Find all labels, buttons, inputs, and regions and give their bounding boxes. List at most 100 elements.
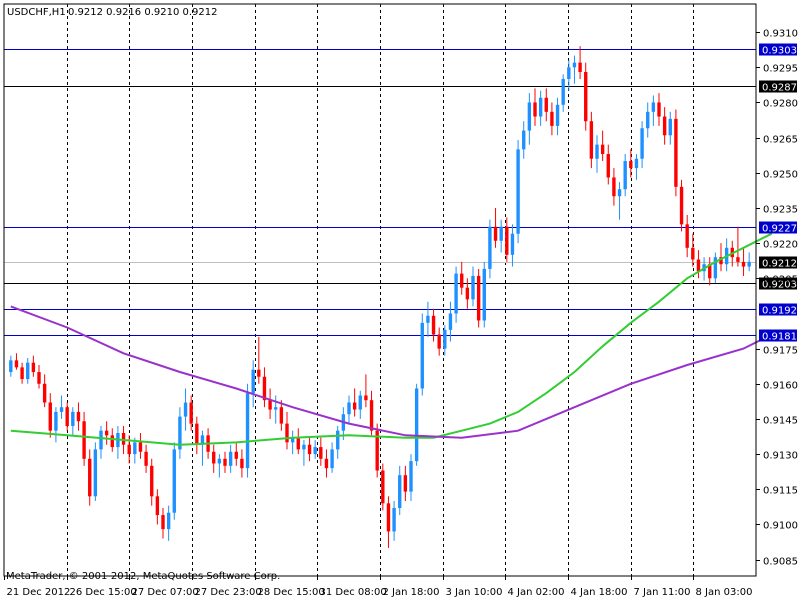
candle-bull[interactable] [522,130,526,150]
candle-bear[interactable] [629,161,633,169]
candle-bull[interactable] [71,411,75,426]
candle-bull[interactable] [561,79,565,105]
candle-bull[interactable] [166,512,171,530]
candle-bull[interactable] [668,118,672,136]
candle-bull[interactable] [420,322,424,389]
candle-bull[interactable] [527,102,532,131]
candle-bull[interactable] [443,329,447,349]
candle-bear[interactable] [600,144,605,155]
candle-bear[interactable] [465,287,470,300]
candle-bull[interactable] [634,158,639,169]
candle-bull[interactable] [330,449,334,469]
candle-bear[interactable] [257,369,261,377]
candle-bear[interactable] [82,421,86,459]
candle-bear[interactable] [31,362,36,373]
candle-bull[interactable] [245,393,250,469]
candle-bear[interactable] [606,154,610,178]
candle-bull[interactable] [516,149,520,234]
candle-bear[interactable] [612,177,616,197]
candle-bull[interactable] [595,144,599,159]
candle-bear[interactable] [324,458,329,469]
candle-bear[interactable] [296,437,300,450]
candle-bull[interactable] [133,442,137,455]
candle-bear[interactable] [657,102,661,117]
candle-bear[interactable] [505,226,509,255]
candle-bull[interactable] [9,360,13,373]
candle-bear[interactable] [437,334,441,349]
candle-bear[interactable] [14,360,19,368]
candle-bear[interactable] [189,402,193,424]
candle-bear[interactable] [544,97,548,112]
candle-bull[interactable] [488,226,492,269]
candle-bear[interactable] [155,496,160,516]
candle-bull[interactable] [640,128,644,159]
candle-bull[interactable] [409,461,413,492]
candle-bull[interactable] [336,430,340,450]
candle-bear[interactable] [48,402,52,431]
candle-bear[interactable] [223,458,227,466]
candle-bull[interactable] [471,275,475,300]
candle-bear[interactable] [285,423,289,443]
candle-bull[interactable] [358,395,362,410]
candle-bear[interactable] [741,261,746,267]
candle-bear[interactable] [127,444,131,455]
candle-bear[interactable] [431,315,436,335]
candle-bull[interactable] [398,475,402,509]
candle-bear[interactable] [20,367,24,380]
candle-bull[interactable] [651,102,656,112]
candle-bear[interactable] [386,503,391,532]
candle-bull[interactable] [217,458,222,464]
candle-bear[interactable] [88,458,92,497]
candle-bear[interactable] [37,372,41,384]
candle-bull[interactable] [482,268,486,321]
candle-bear[interactable] [212,451,216,464]
candle-bear[interactable] [234,451,238,459]
candle-bear[interactable] [352,402,357,410]
candle-bull[interactable] [555,104,560,126]
candle-bear[interactable] [679,186,684,225]
candle-bear[interactable] [319,447,323,459]
candle-bull[interactable] [499,226,503,241]
candle-bull[interactable] [54,411,58,431]
candle-bear[interactable] [121,433,126,445]
candle-bear[interactable] [364,395,368,401]
candle-bull[interactable] [93,449,98,497]
candle-bull[interactable] [646,111,650,129]
candle-bull[interactable] [228,451,233,466]
candle-bear[interactable] [493,226,498,241]
candle-bear[interactable] [104,430,109,436]
price-chart[interactable]: 0.93030.92870.92270.92030.91920.91810.92… [0,0,800,600]
candle-bear[interactable] [533,102,537,117]
candle-bear[interactable] [240,458,244,469]
candle-bear[interactable] [110,435,114,448]
candle-bull[interactable] [572,62,577,68]
candle-bear[interactable] [460,273,464,288]
candle-bull[interactable] [274,407,278,410]
candle-bull[interactable] [183,402,188,417]
candle-bull[interactable] [59,407,64,412]
candle-bear[interactable] [138,442,143,452]
candle-bear[interactable] [685,224,689,248]
candle-bear[interactable] [76,411,81,422]
candle-bear[interactable] [476,275,481,321]
candle-bear[interactable] [589,121,594,159]
candle-bull[interactable] [567,67,571,80]
candle-bull[interactable] [448,313,453,330]
candle-bear[interactable] [584,71,588,122]
candle-bull[interactable] [510,233,515,255]
candle-bear[interactable] [42,383,47,403]
candle-bear[interactable] [144,451,148,466]
candle-bear[interactable] [150,465,154,497]
candle-bear[interactable] [403,475,408,492]
candle-bear[interactable] [307,444,312,455]
candle-bear[interactable] [691,247,695,260]
candle-bull[interactable] [454,273,458,314]
candle-bull[interactable] [617,189,622,197]
candle-bear[interactable] [696,259,701,272]
candle-bull[interactable] [623,161,627,190]
candle-bear[interactable] [662,116,667,136]
candle-bull[interactable] [26,362,30,380]
candle-bull[interactable] [347,402,351,415]
candle-bear[interactable] [161,515,165,530]
candle-bull[interactable] [414,388,419,462]
